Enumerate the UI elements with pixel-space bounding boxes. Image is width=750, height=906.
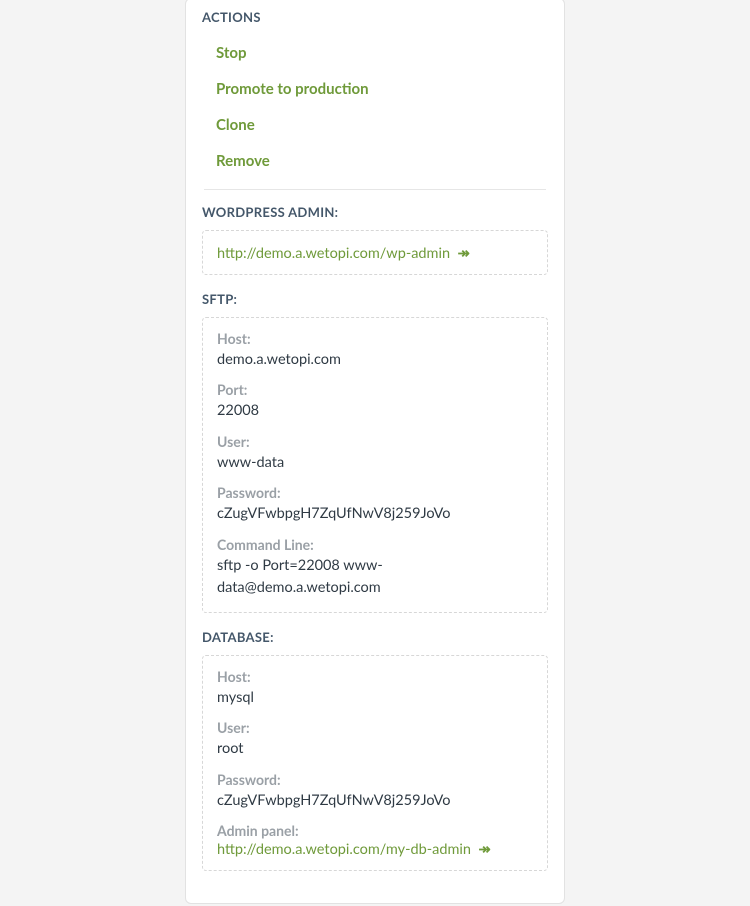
wp-admin-link[interactable]: http://demo.a.wetopi.com/wp-admin ↠ [217, 245, 470, 262]
db-admin-label: Admin panel: [217, 822, 533, 839]
external-link-icon: ↠ [454, 245, 470, 262]
sftp-password-label: Password: [217, 484, 533, 501]
db-host-value: mysql [217, 687, 533, 709]
sftp-port-value: 22008 [217, 400, 533, 422]
sftp-host-label: Host: [217, 330, 533, 347]
action-promote[interactable]: Promote to production [216, 71, 548, 107]
info-card: ACTIONS Stop Promote to production Clone… [185, 0, 565, 904]
sftp-header: SFTP: [202, 291, 548, 307]
db-host-label: Host: [217, 668, 533, 685]
external-link-icon: ↠ [475, 841, 491, 858]
database-box: Host: mysql User: root Password: cZugVFw… [202, 655, 548, 871]
db-password-label: Password: [217, 771, 533, 788]
sftp-user-label: User: [217, 433, 533, 450]
sftp-user-value: www-data [217, 452, 533, 474]
divider [204, 189, 546, 190]
actions-header: ACTIONS [202, 9, 548, 25]
action-stop[interactable]: Stop [216, 35, 548, 71]
sftp-host-value: demo.a.wetopi.com [217, 349, 533, 371]
sftp-port-label: Port: [217, 381, 533, 398]
sftp-cmd-label: Command Line: [217, 536, 533, 553]
db-user-value: root [217, 738, 533, 760]
action-remove[interactable]: Remove [216, 143, 548, 179]
db-admin-link[interactable]: http://demo.a.wetopi.com/my-db-admin ↠ [217, 841, 491, 858]
action-clone[interactable]: Clone [216, 107, 548, 143]
sftp-box: Host: demo.a.wetopi.com Port: 22008 User… [202, 317, 548, 613]
db-password-value: cZugVFwbpgH7ZqUfNwV8j259JoVo [217, 790, 533, 812]
sftp-cmd-value: sftp -o Port=22008 www-data@demo.a.wetop… [217, 555, 533, 600]
db-user-label: User: [217, 719, 533, 736]
db-admin-url: http://demo.a.wetopi.com/my-db-admin [217, 841, 471, 858]
wp-admin-header: WORDPRESS ADMIN: [202, 204, 548, 220]
wp-admin-url: http://demo.a.wetopi.com/wp-admin [217, 245, 450, 262]
actions-list: Stop Promote to production Clone Remove [202, 35, 548, 179]
database-header: DATABASE: [202, 629, 548, 645]
sftp-password-value: cZugVFwbpgH7ZqUfNwV8j259JoVo [217, 503, 533, 525]
wp-admin-box: http://demo.a.wetopi.com/wp-admin ↠ [202, 230, 548, 275]
